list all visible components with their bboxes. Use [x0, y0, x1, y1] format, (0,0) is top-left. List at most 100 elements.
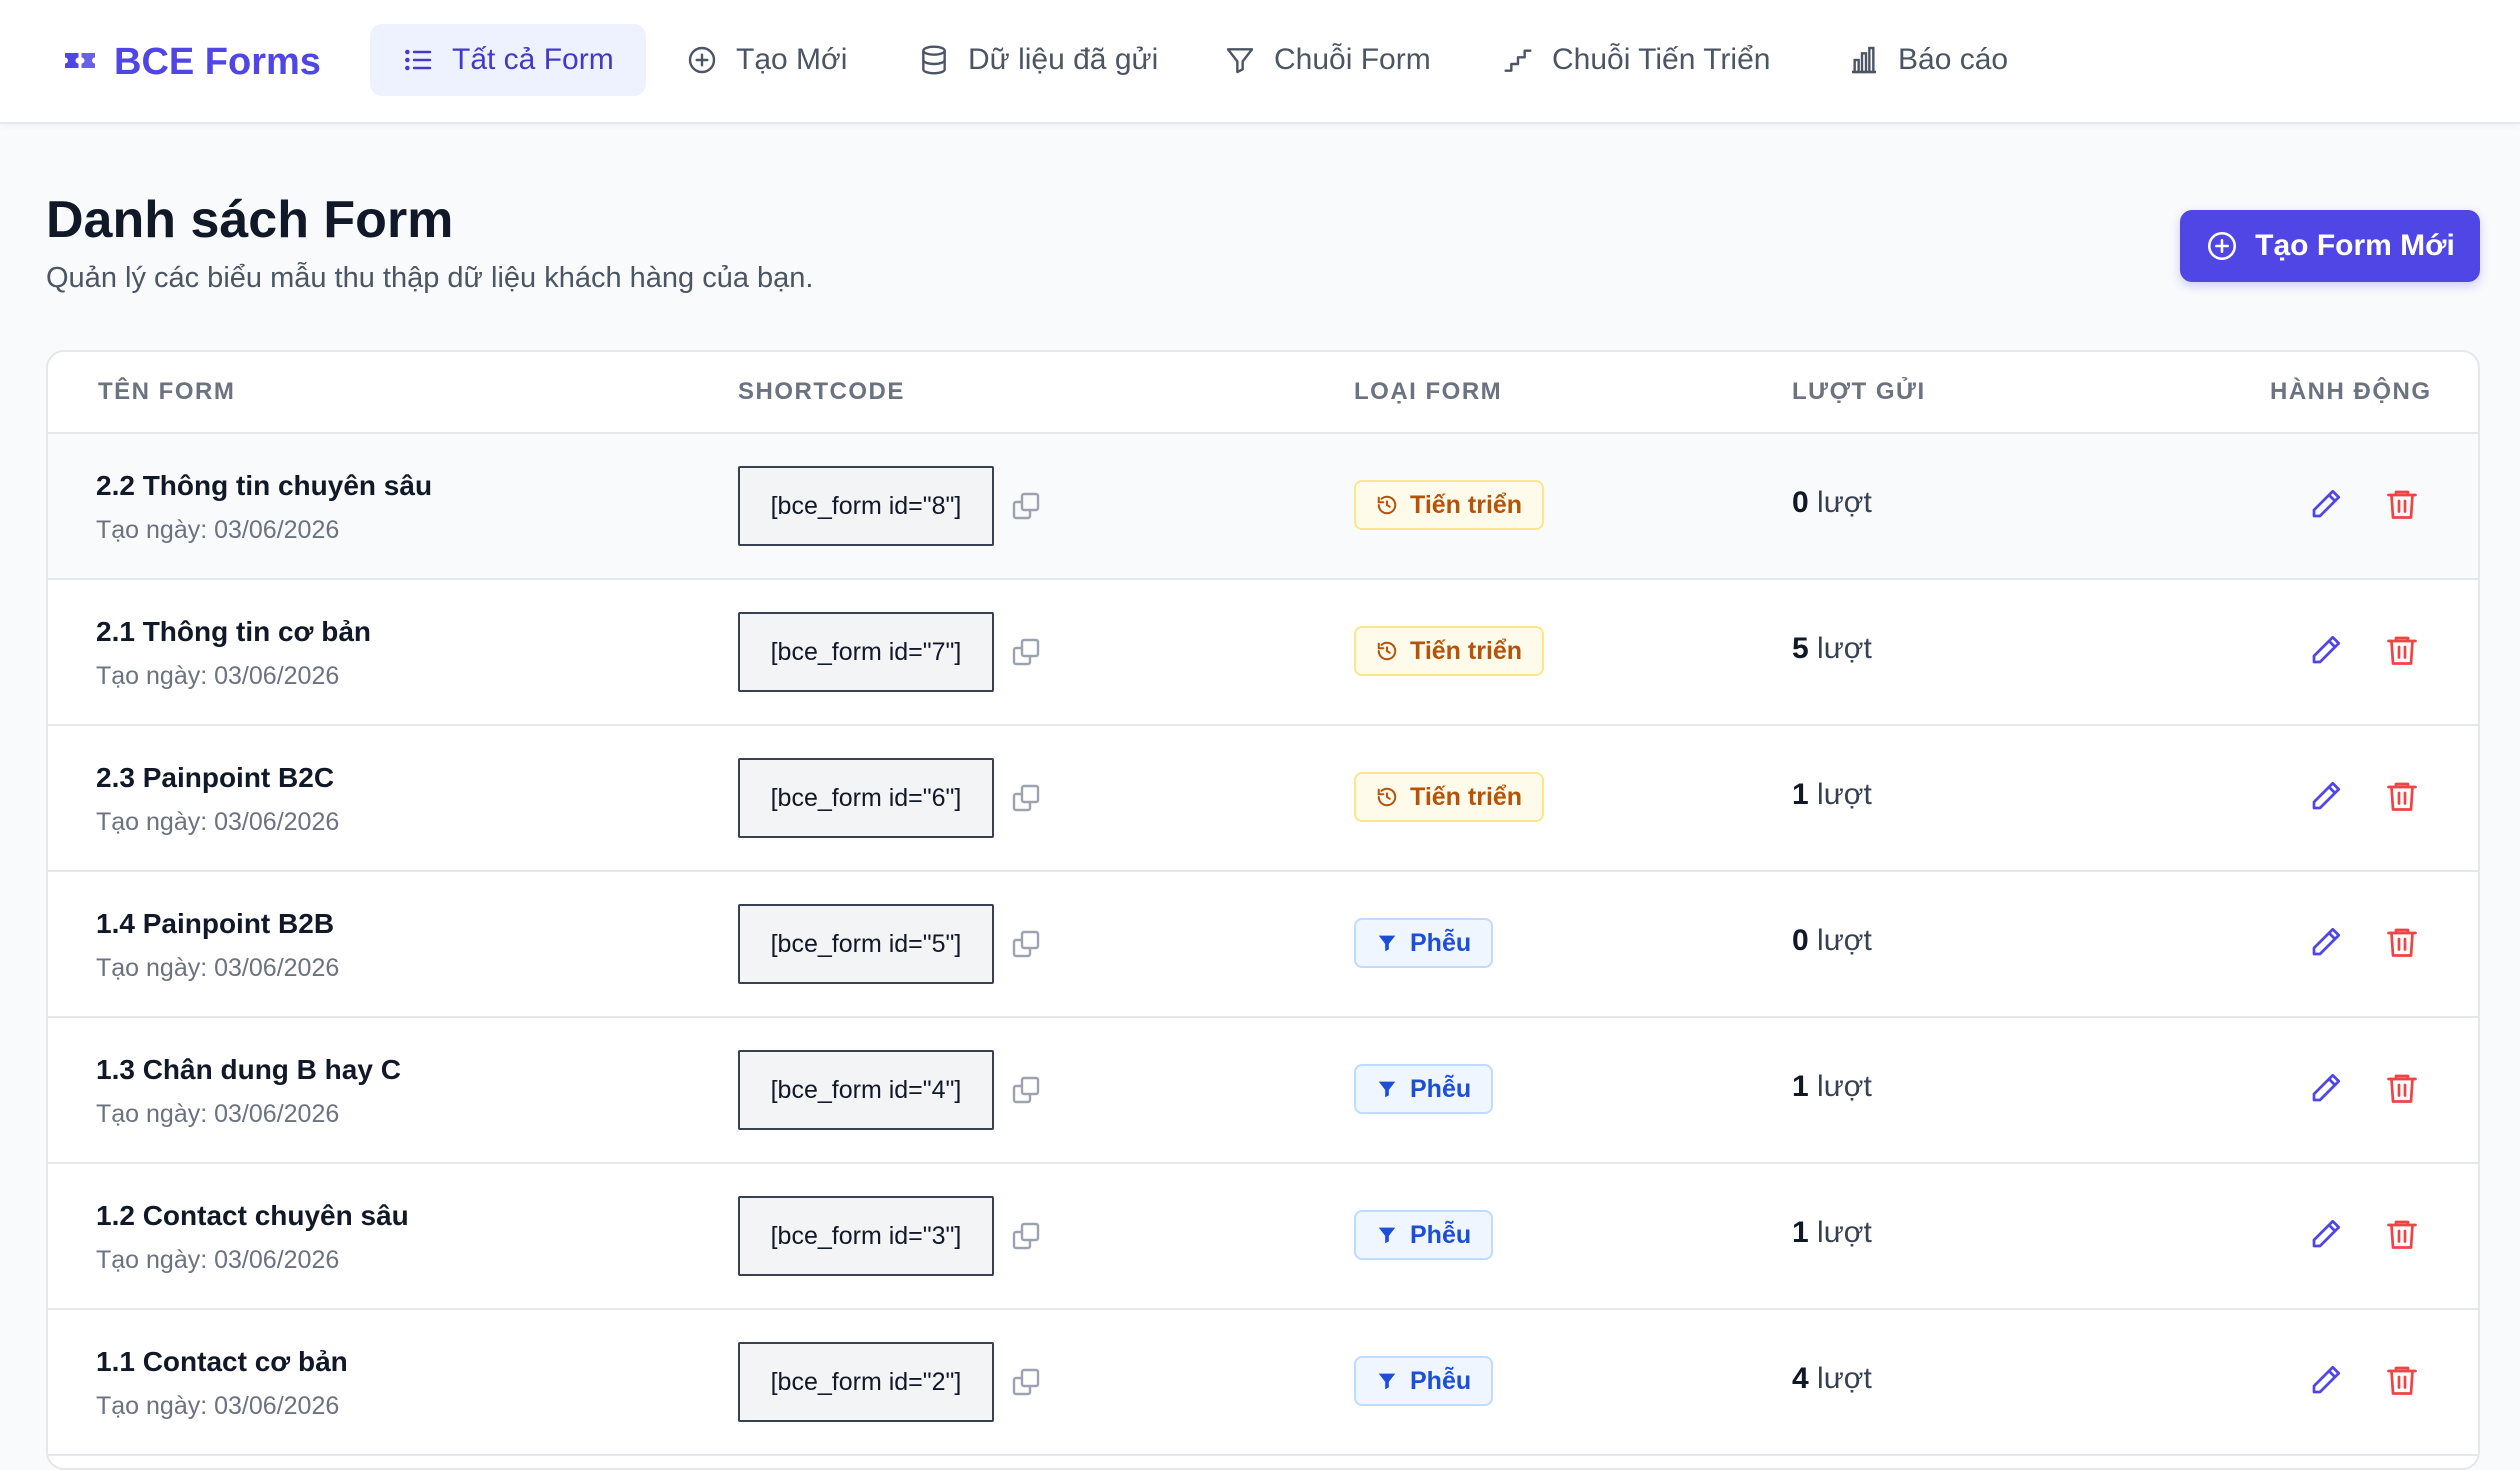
shortcode-field[interactable]: [bce_form id="7"] [738, 612, 994, 692]
shortcode-field[interactable]: [bce_form id="8"] [738, 466, 994, 546]
funnel-icon [1376, 1078, 1398, 1100]
submission-count-value: 4 [1792, 1362, 1809, 1395]
submission-count-unit: lượt [1808, 1216, 1872, 1249]
submission-count: 4 lượt [1792, 1362, 1872, 1396]
shortcode-field[interactable]: [bce_form id="2"] [738, 1342, 994, 1422]
form-name[interactable]: 1.3 Chân dung B hay C [96, 1054, 401, 1086]
form-type-badge: Tiến triển [1354, 772, 1545, 822]
form-created-date: Tạo ngày: 03/06/2026 [96, 516, 340, 544]
form-type-badge: Phễu [1354, 1064, 1494, 1114]
form-type-badge: Phễu [1354, 918, 1494, 968]
submission-count-value: 5 [1792, 632, 1809, 665]
forms-table: TÊN FORM SHORTCODE LOẠI FORM LƯỢT GỬI HÀ… [46, 350, 2480, 1470]
nav-create-new-label: Tạo Mới [736, 43, 848, 76]
delete-icon[interactable] [2384, 486, 2420, 522]
nav-progress-chain-label: Chuỗi Tiến Triển [1552, 43, 1771, 76]
column-header-submissions: LƯỢT GỬI [1792, 378, 1926, 405]
submission-count-unit: lượt [1808, 924, 1872, 957]
history-icon [1376, 494, 1398, 516]
column-header-type: LOẠI FORM [1354, 378, 1503, 405]
nav-all-forms[interactable]: Tất cả Form [370, 24, 646, 96]
table-row: 2.1 Thông tin cơ bản Tạo ngày: 03/06/2026… [48, 580, 2478, 726]
edit-icon[interactable] [2308, 778, 2344, 814]
submission-count-value: 0 [1792, 924, 1809, 957]
submission-count-unit: lượt [1808, 632, 1872, 665]
history-icon [1376, 786, 1398, 808]
form-created-date: Tạo ngày: 03/06/2026 [96, 1392, 340, 1420]
create-form-button[interactable]: Tạo Form Mới [2180, 210, 2480, 282]
column-header-name: TÊN FORM [98, 378, 236, 405]
submission-count: 1 lượt [1792, 778, 1872, 812]
brand-name: BCE Forms [114, 40, 321, 83]
table-row: 1.2 Contact chuyên sâu Tạo ngày: 03/06/20… [48, 1164, 2478, 1310]
form-name[interactable]: 2.2 Thông tin chuyên sâu [96, 470, 432, 502]
copy-icon[interactable] [1010, 1074, 1042, 1106]
form-name[interactable]: 1.1 Contact cơ bản [96, 1346, 348, 1378]
form-type-badge: Tiến triển [1354, 626, 1545, 676]
submission-count-value: 1 [1792, 778, 1809, 811]
shortcode-field[interactable]: [bce_form id="6"] [738, 758, 994, 838]
delete-icon[interactable] [2384, 778, 2420, 814]
form-created-date: Tạo ngày: 03/06/2026 [96, 1100, 340, 1128]
copy-icon[interactable] [1010, 928, 1042, 960]
edit-icon[interactable] [2308, 924, 2344, 960]
form-name[interactable]: 2.3 Painpoint B2C [96, 762, 334, 794]
form-type-label: Phễu [1410, 928, 1472, 957]
submission-count: 1 lượt [1792, 1216, 1872, 1250]
edit-icon[interactable] [2308, 1216, 2344, 1252]
nav-all-forms-label: Tất cả Form [452, 43, 614, 76]
brand-logo[interactable]: BCE Forms [62, 36, 321, 88]
copy-icon[interactable] [1010, 1220, 1042, 1252]
form-type-label: Phễu [1410, 1366, 1472, 1395]
form-created-date: Tạo ngày: 03/06/2026 [96, 1246, 340, 1274]
form-name[interactable]: 1.4 Painpoint B2B [96, 908, 334, 940]
nav-reports-label: Báo cáo [1898, 43, 2009, 76]
copy-icon[interactable] [1010, 490, 1042, 522]
submission-count-unit: lượt [1808, 778, 1872, 811]
nav-progress-chain[interactable]: Chuỗi Tiến Triển [1470, 24, 1802, 96]
delete-icon[interactable] [2384, 632, 2420, 668]
database-icon [922, 45, 946, 75]
nav-form-chain[interactable]: Chuỗi Form [1192, 24, 1463, 96]
nav-submitted-data[interactable]: Dữ liệu đã gửi [886, 24, 1190, 96]
submission-count: 0 lượt [1792, 924, 1872, 958]
funnel-icon [1226, 48, 1254, 74]
edit-icon[interactable] [2308, 1362, 2344, 1398]
delete-icon[interactable] [2384, 1070, 2420, 1106]
copy-icon[interactable] [1010, 1366, 1042, 1398]
edit-icon[interactable] [2308, 632, 2344, 668]
shortcode-field[interactable]: [bce_form id="4"] [738, 1050, 994, 1130]
plus-circle-icon [688, 46, 716, 74]
submission-count-value: 1 [1792, 1216, 1809, 1249]
delete-icon[interactable] [2384, 1216, 2420, 1252]
form-created-date: Tạo ngày: 03/06/2026 [96, 662, 340, 690]
copy-icon[interactable] [1010, 782, 1042, 814]
delete-icon[interactable] [2384, 924, 2420, 960]
submission-count-unit: lượt [1808, 1070, 1872, 1103]
edit-icon[interactable] [2308, 486, 2344, 522]
page-title: Danh sách Form [46, 191, 454, 249]
table-header: TÊN FORM SHORTCODE LOẠI FORM LƯỢT GỬI HÀ… [48, 352, 2478, 434]
funnel-icon [1376, 1370, 1398, 1392]
submission-count-value: 1 [1792, 1070, 1809, 1103]
form-type-badge: Tiến triển [1354, 480, 1545, 530]
copy-icon[interactable] [1010, 636, 1042, 668]
nav-reports[interactable]: Báo cáo [1816, 24, 2040, 96]
form-type-label: Phễu [1410, 1074, 1472, 1103]
bar-chart-icon [1852, 46, 1876, 74]
nav-create-new[interactable]: Tạo Mới [654, 24, 879, 96]
edit-icon[interactable] [2308, 1070, 2344, 1106]
page-subtitle: Quản lý các biểu mẫu thu thập dữ liệu kh… [46, 262, 814, 294]
form-type-badge: Phễu [1354, 1210, 1494, 1260]
shortcode-field[interactable]: [bce_form id="5"] [738, 904, 994, 984]
top-navbar: BCE Forms Tất cả Form Tạo Mới Dữ liệu đã… [0, 0, 2520, 124]
shortcode-field[interactable]: [bce_form id="3"] [738, 1196, 994, 1276]
delete-icon[interactable] [2384, 1362, 2420, 1398]
form-type-badge: Phễu [1354, 1356, 1494, 1406]
form-type-label: Phễu [1410, 1220, 1472, 1249]
form-name[interactable]: 1.2 Contact chuyên sâu [96, 1200, 409, 1232]
nav-submitted-data-label: Dữ liệu đã gửi [968, 43, 1159, 76]
form-name[interactable]: 2.1 Thông tin cơ bản [96, 616, 371, 648]
table-row: 1.1 Contact cơ bản Tạo ngày: 03/06/2026 [b… [48, 1310, 2478, 1456]
table-row: 2.2 Thông tin chuyên sâu Tạo ngày: 03/06/… [48, 434, 2478, 580]
